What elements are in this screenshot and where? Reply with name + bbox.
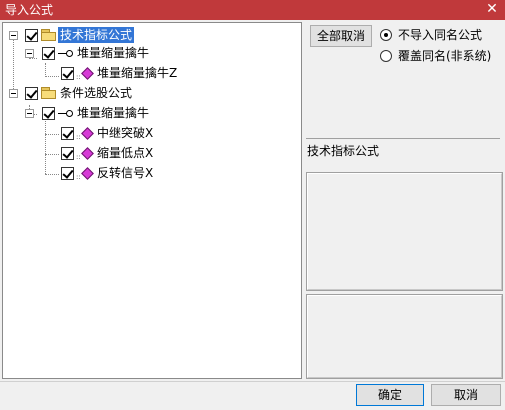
tree-node-stock-selection[interactable]: 条件选股公式 [3,85,301,103]
formula-info-panel [306,172,503,291]
close-icon[interactable]: ✕ [484,1,500,17]
node-checkbox[interactable] [61,167,74,180]
tree-node-label[interactable]: 反转信号X [95,165,155,181]
node-checkbox[interactable] [25,29,38,42]
ok-button[interactable]: 确定 [356,384,424,406]
key-icon [58,49,74,59]
radio-overwrite[interactable] [380,50,392,62]
tree-node-formula[interactable]: :: 缩量低点X [3,145,301,163]
node-checkbox[interactable] [42,107,55,120]
formula-diamond-icon: :: [76,67,94,81]
tree-node-label[interactable]: 堆量缩量擒牛 [75,105,151,121]
formula-diamond-icon: :: [76,127,94,141]
option-overwrite[interactable]: 覆盖同名(非系统) [380,48,500,64]
folder-icon [41,29,57,41]
tree-node-tech-indicator[interactable]: 技术指标公式 [3,27,301,45]
option-label: 覆盖同名(非系统) [398,49,492,63]
formula-description-panel [306,294,503,379]
tree-node-label[interactable]: 条件选股公式 [58,85,134,101]
node-checkbox[interactable] [61,147,74,160]
tree-node-formula[interactable]: :: 中继突破X [3,125,301,143]
tree-node-label[interactable]: 堆量缩量擒牛Z [95,65,179,81]
caption-text: 技术指标公式 [307,144,380,158]
tree-node-label[interactable]: 中继突破X [95,125,155,141]
tree-node-group-tech[interactable]: 堆量缩量擒牛 [3,45,301,63]
cancel-button[interactable]: 取消 [431,384,501,406]
tree-node-label[interactable]: 技术指标公式 [58,27,135,43]
deselect-all-button[interactable]: 全部取消 [310,25,372,47]
option-label: 不导入同名公式 [398,28,483,42]
node-checkbox[interactable] [25,87,38,100]
formula-category-caption: 技术指标公式 [306,138,500,170]
title-bar: 导入公式 ✕ [0,0,505,20]
collapse-toggle[interactable] [9,89,18,98]
tree-node-label[interactable]: 堆量缩量擒牛 [75,45,151,61]
node-checkbox[interactable] [42,47,55,60]
tree-node-formula[interactable]: :: 反转信号X [3,165,301,183]
divider [0,381,505,382]
node-checkbox[interactable] [61,67,74,80]
radio-no-import[interactable] [380,29,392,41]
collapse-toggle[interactable] [9,31,18,40]
formula-diamond-icon: :: [76,147,94,161]
collapse-toggle[interactable] [25,49,34,58]
key-icon [58,109,74,119]
node-checkbox[interactable] [61,127,74,140]
window-title: 导入公式 [5,3,54,17]
formula-diamond-icon: :: [76,167,94,181]
tree-node-group-selection[interactable]: 堆量缩量擒牛 [3,105,301,123]
tree-node-label[interactable]: 缩量低点X [95,145,155,161]
collapse-toggle[interactable] [25,109,34,118]
folder-icon [41,87,57,99]
formula-tree[interactable]: 技术指标公式 堆量缩量擒牛 :: 堆量缩量擒牛Z 条件选股公式 堆量缩量擒牛:… [2,22,302,379]
import-formula-dialog: 导入公式 ✕ 技术指标公式 堆量缩量擒牛:: 堆量缩量擒牛Z 条件选股公式 堆… [0,0,505,410]
option-no-import[interactable]: 不导入同名公式 [380,27,500,43]
tree-node-formula[interactable]: :: 堆量缩量擒牛Z [3,65,301,83]
